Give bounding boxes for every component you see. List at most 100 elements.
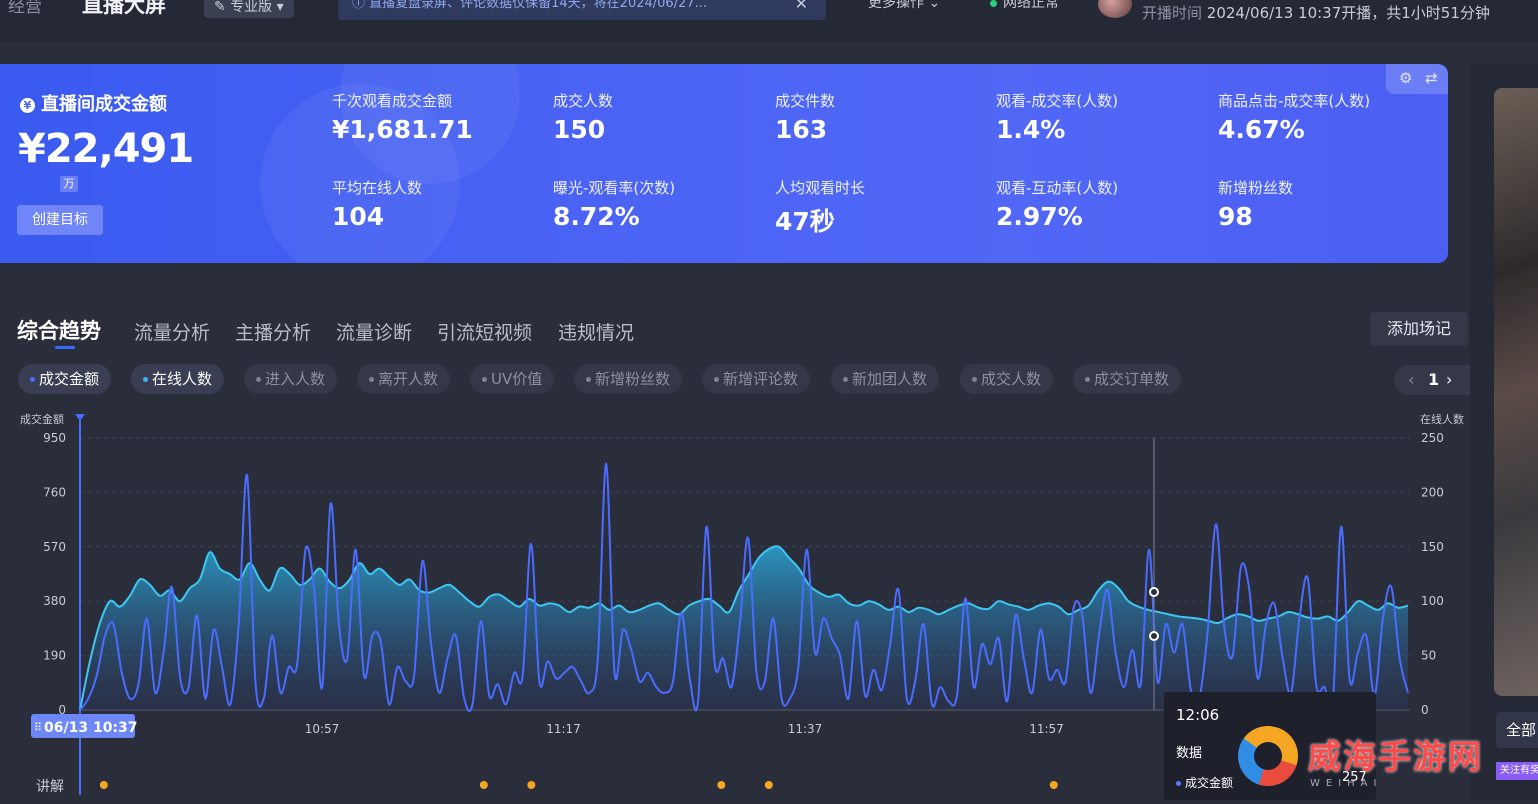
live-preview-image[interactable] <box>1494 88 1538 696</box>
metric-interaction: 观看-互动率(人数) 2.97% <box>996 177 1196 231</box>
chip-label: 新增评论数 <box>723 370 799 388</box>
chip-orders[interactable]: 成交订单数 <box>1073 364 1182 394</box>
start-time-value: 2024/06/13 10:37开播，共1小时51分钟 <box>1206 4 1490 22</box>
notice-banner: ⓘ 直播复盘录屏、评论数据仅保留14天，将在2024/06/27... ✕ <box>338 0 826 20</box>
right-tick-label: 0 <box>1421 703 1429 717</box>
chip-label: UV价值 <box>491 370 543 388</box>
watermark-sub: WEIHAI <box>1310 778 1383 789</box>
kpi-panel: ¥ 直播间成交金额 ¥22,491 万 创建目标 千次观看成交金额 ¥1,681.7… <box>0 64 1448 263</box>
more-actions-menu[interactable]: 更多操作 ⌄ <box>868 0 940 12</box>
right-tick-label: 200 <box>1421 485 1444 499</box>
metric-exposure-view: 曝光-观看率(次数) 8.72% <box>553 177 753 231</box>
metric-label: 曝光-观看率(次数) <box>553 179 676 197</box>
gear-icon[interactable]: ⚙ <box>1399 69 1412 87</box>
tab-underline <box>55 346 75 349</box>
chip-new-fans[interactable]: 新增粉丝数 <box>574 364 683 394</box>
metric-watch-time: 人均观看时长 47秒 <box>775 177 975 238</box>
metric-label: 商品点击-成交率(人数) <box>1218 92 1371 110</box>
metric-label: 观看-互动率(人数) <box>996 179 1119 197</box>
left-tick-label: 760 <box>43 485 66 499</box>
dot-icon <box>843 377 848 382</box>
chip-label: 成交金额 <box>39 370 100 388</box>
chip-buyers[interactable]: 成交人数 <box>960 364 1054 394</box>
chip-online[interactable]: 在线人数 <box>131 364 225 394</box>
watermark: 威海手游网 WEIHAI <box>1238 724 1538 800</box>
tab-diagnosis[interactable]: 流量诊断 <box>336 318 412 345</box>
metric-value: 8.72% <box>553 202 640 231</box>
metric-label: 新增粉丝数 <box>1218 179 1294 197</box>
metric-value: 1.4% <box>996 115 1066 144</box>
left-axis-label: 成交金额 <box>20 412 64 426</box>
explain-marker <box>717 781 726 789</box>
tab-traffic[interactable]: 流量分析 <box>134 318 210 345</box>
gmv-label-text: 直播间成交金额 <box>41 94 167 115</box>
chip-leave[interactable]: 离开人数 <box>357 364 451 394</box>
metric-label: 平均在线人数 <box>332 179 423 197</box>
tab-trend[interactable]: 综合趋势 <box>17 315 101 345</box>
dot-icon <box>369 377 374 382</box>
kpi-tools: ⚙ ⇄ <box>1386 64 1448 94</box>
add-session-button[interactable]: 添加场记 <box>1370 312 1468 346</box>
chip-pager: ‹ 1 › <box>1394 365 1470 395</box>
tooltip-time: 12:06 <box>1176 706 1220 724</box>
close-icon[interactable]: ✕ <box>795 0 808 14</box>
status-dot-icon <box>990 0 997 7</box>
explain-marker <box>479 781 488 789</box>
watermark-logo-icon <box>1238 726 1298 786</box>
right-tick-label: 150 <box>1421 540 1444 554</box>
chevron-down-icon: ▾ <box>276 0 284 15</box>
right-tick-label: 250 <box>1421 431 1444 445</box>
top-bar: 经营 直播大屏 ✎ 专业版 ▾ ⓘ 直播复盘录屏、评论数据仅保留14天，将在20… <box>0 0 1538 42</box>
network-status: 网络正常 <box>990 0 1059 12</box>
dot-icon <box>482 377 487 382</box>
dot-icon <box>30 377 35 382</box>
notice-text: 直播复盘录屏、评论数据仅保留14天，将在2024/06/27... <box>369 0 708 11</box>
tab-violations[interactable]: 违规情况 <box>558 318 634 345</box>
start-time-label: 06/13 10:37 <box>44 720 138 736</box>
tooltip-series: 成交金额 <box>1176 774 1233 791</box>
dot-icon <box>972 377 977 382</box>
gmv-value: ¥22,491 <box>18 126 194 172</box>
chip-new-group[interactable]: 新加团人数 <box>831 364 940 394</box>
chip-label: 新增粉丝数 <box>595 370 671 388</box>
start-time: 开播时间 2024/06/13 10:37开播，共1小时51分钟 <box>1142 2 1490 23</box>
chip-uv-value[interactable]: UV价值 <box>470 364 555 394</box>
metric-view-conversion: 观看-成交率(人数) 1.4% <box>996 90 1196 144</box>
metric-value: 2.97% <box>996 202 1083 231</box>
more-actions-label: 更多操作 <box>868 0 924 11</box>
chip-new-comments[interactable]: 新增评论数 <box>702 364 811 394</box>
chip-label: 成交订单数 <box>1094 370 1170 388</box>
metric-new-fans: 新增粉丝数 98 <box>1218 177 1418 231</box>
chip-label: 新加团人数 <box>852 370 928 388</box>
avatar[interactable] <box>1098 0 1132 18</box>
unit-badge[interactable]: 万 <box>60 176 78 192</box>
axis-marker-icon <box>75 414 85 421</box>
hover-point-online <box>1149 587 1159 597</box>
left-tick-label: 190 <box>43 649 66 663</box>
metric-label: 人均观看时长 <box>775 179 866 197</box>
tab-anchor[interactable]: 主播分析 <box>235 318 311 345</box>
explain-marker <box>527 781 536 789</box>
chip-label: 离开人数 <box>378 370 439 388</box>
tab-short-video[interactable]: 引流短视频 <box>437 318 532 345</box>
edition-dropdown[interactable]: ✎ 专业版 ▾ <box>204 0 294 18</box>
metric-value: 4.67% <box>1218 115 1305 144</box>
chevron-left-icon[interactable]: ‹ <box>1408 365 1414 395</box>
explain-marker <box>764 781 773 789</box>
chip-enter[interactable]: 进入人数 <box>244 364 338 394</box>
chevron-right-icon[interactable]: › <box>1446 365 1452 395</box>
create-goal-button[interactable]: 创建目标 <box>17 205 103 235</box>
swap-icon[interactable]: ⇄ <box>1425 69 1438 87</box>
metric-label: 千次观看成交金额 <box>332 92 453 110</box>
right-tick-label: 50 <box>1421 649 1436 663</box>
info-icon: ⓘ <box>352 0 370 11</box>
drag-handle-icon: ⠿ <box>34 721 42 734</box>
left-tick-label: 570 <box>43 540 66 554</box>
dot-icon <box>143 377 148 382</box>
right-axis-label: 在线人数 <box>1420 412 1464 426</box>
chip-gmv[interactable]: 成交金额 <box>18 364 112 394</box>
left-tick-label: 950 <box>43 431 66 445</box>
metric-label: 观看-成交率(人数) <box>996 92 1119 110</box>
metric-value: 47秒 <box>775 207 835 236</box>
dot-icon <box>714 377 719 382</box>
